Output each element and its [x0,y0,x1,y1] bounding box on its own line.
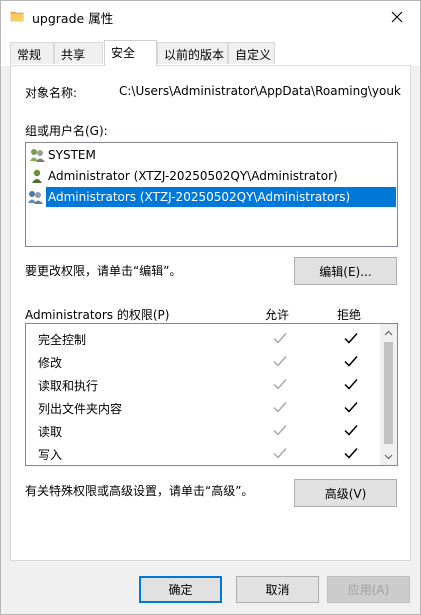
window-title: upgrade 属性 [32,11,114,26]
inherited-check-icon [273,356,287,367]
users-group-icon [28,191,43,204]
principal-name: Administrators (XTZJ-20250502QY\Administ… [48,190,351,204]
check-icon [344,333,358,344]
object-name-label: 对象名称: [25,86,78,100]
folder-icon [10,11,24,22]
check-icon [344,379,358,390]
list-item[interactable]: Administrator (XTZJ-20250502QY\Administr… [29,166,396,186]
inherited-check-icon [273,333,287,344]
tab-previous-versions[interactable]: 以前的版本 [157,42,228,64]
advanced-button[interactable]: 高级(V) [294,479,397,507]
permissions-label: Administrators 的权限(P) [25,308,170,322]
edit-button[interactable]: 编辑(E)... [294,257,397,285]
inherited-check-icon [273,402,287,413]
table-row: 读取和执行 [26,373,380,396]
cancel-button[interactable]: 取消 [236,576,319,603]
table-row: 写入 [26,442,380,465]
apply-button: 应用(A) [327,576,410,603]
chevron-down-icon [384,454,393,459]
users-group-icon [30,149,45,162]
principals-list[interactable]: SYSTEM Administrator (XTZJ-20250502QY\Ad… [25,142,398,247]
scroll-down-button[interactable] [380,448,397,465]
table-row: 完全控制 [26,327,380,350]
check-icon [344,356,358,367]
list-item[interactable]: SYSTEM [29,145,396,165]
permission-name: 写入 [38,448,63,462]
scroll-up-button[interactable] [380,324,397,341]
advanced-hint: 有关特殊权限或高级设置，请单击“高级”。 [25,484,254,498]
tab-customize[interactable]: 自定义 [228,42,275,64]
permissions-list[interactable]: 完全控制 修改 读取和执行 列出文件夹内容 读取 写入 [25,323,398,466]
inherited-check-icon [273,379,287,390]
permission-name: 读取和执行 [38,379,99,393]
check-icon [344,402,358,413]
check-icon [344,448,358,459]
principal-name: SYSTEM [48,148,96,162]
permission-name: 列出文件夹内容 [38,402,123,416]
tab-sharing[interactable]: 共享 [54,42,103,64]
user-icon [32,169,42,183]
permission-name: 完全控制 [38,333,87,347]
object-name-value: C:\Users\Administrator\AppData\Roaming\y… [119,84,401,98]
close-button[interactable] [374,1,420,32]
permission-name: 修改 [38,356,63,370]
deny-header: 拒绝 [337,308,362,322]
chevron-up-icon [384,330,393,335]
allow-header: 允许 [265,308,290,322]
edit-hint: 要更改权限，请单击“编辑”。 [25,264,182,278]
title-bar: upgrade 属性 [1,1,420,32]
tab-strip: 常规 共享 安全 以前的版本 自定义 [1,32,420,66]
principal-name: Administrator (XTZJ-20250502QY\Administr… [48,169,338,183]
table-row: 读取 [26,419,380,442]
tab-security[interactable]: 安全 [104,40,157,66]
groups-label: 组或用户名(G): [25,124,108,138]
tab-general[interactable]: 常规 [10,42,54,64]
permission-name: 读取 [38,425,63,439]
list-item-selected[interactable]: Administrators (XTZJ-20250502QY\Administ… [28,187,396,207]
table-row: 修改 [26,350,380,373]
properties-dialog: upgrade 属性 常规 共享 安全 以前的版本 自定义 对象名称: C:\U… [0,0,421,615]
security-panel: 对象名称: C:\Users\Administrator\AppData\Roa… [10,65,411,561]
scroll-thumb[interactable] [384,342,393,444]
close-icon [391,11,403,22]
inherited-check-icon [273,425,287,436]
ok-button[interactable]: 确定 [139,576,222,603]
table-row: 列出文件夹内容 [26,396,380,419]
check-icon [344,425,358,436]
inherited-check-icon [273,448,287,459]
permissions-scrollbar[interactable] [380,324,397,465]
